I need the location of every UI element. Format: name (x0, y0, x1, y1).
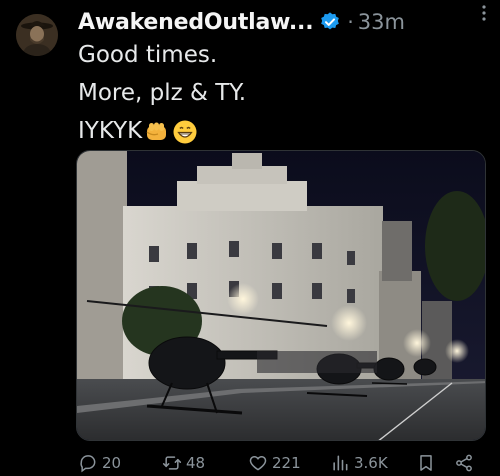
grinning-face-emoji (173, 120, 197, 143)
repost-count: 48 (186, 454, 206, 472)
share-icon (456, 454, 472, 472)
analytics-icon (333, 455, 348, 471)
post-text-line: More, plz & TY. (78, 80, 247, 106)
post-text-line: IYKYK (78, 112, 246, 150)
bookmark-button[interactable] (416, 453, 440, 473)
timestamp[interactable]: 33m (358, 10, 405, 34)
avatar[interactable] (16, 14, 58, 56)
author-name[interactable]: AwakenedOutlaw... (78, 10, 314, 35)
views-button[interactable]: 3.6K (330, 453, 388, 473)
post-text: Good times. More, plz & TY. IYKYK (78, 36, 246, 150)
post-header: AwakenedOutlaw... · 33m (78, 6, 492, 38)
separator-dot: · (347, 10, 354, 34)
reply-button[interactable]: 20 (78, 453, 121, 473)
helicopters-night-photo (77, 151, 485, 440)
share-button[interactable] (454, 453, 478, 473)
view-count: 3.6K (354, 454, 388, 472)
oncoming-fist-emoji (146, 122, 167, 140)
like-count: 221 (272, 454, 301, 472)
avatar-image (16, 14, 58, 56)
heart-icon (249, 455, 267, 471)
post-text-word: IYKYK (78, 118, 143, 144)
repost-icon (162, 456, 182, 470)
reply-count: 20 (102, 454, 122, 472)
bookmark-icon (420, 455, 432, 471)
action-bar: 20 48 221 3.6K (78, 452, 492, 474)
like-button[interactable]: 221 (248, 453, 301, 473)
verified-badge-icon (321, 12, 340, 30)
post-text-line: Good times. (78, 42, 218, 68)
repost-button[interactable]: 48 (162, 453, 205, 473)
more-vertical-icon[interactable] (480, 4, 488, 25)
reply-icon (80, 455, 96, 473)
post-media-image[interactable] (76, 150, 486, 441)
